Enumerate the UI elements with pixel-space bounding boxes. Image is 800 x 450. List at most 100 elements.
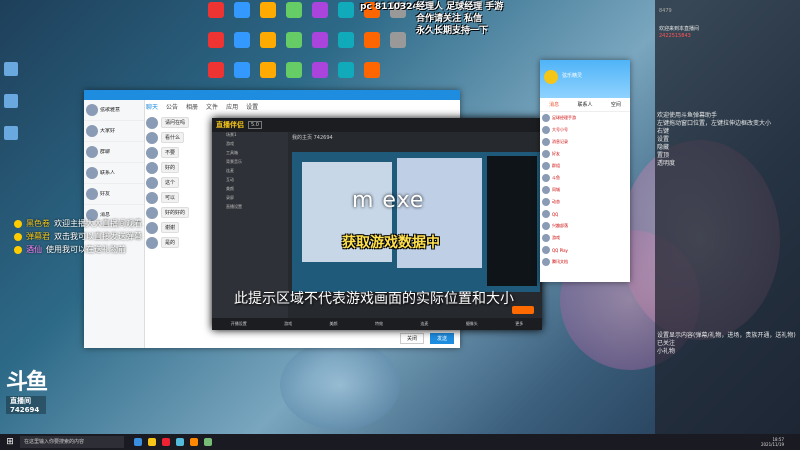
- wechat-icon[interactable]: [204, 438, 212, 446]
- desktop-app-icon[interactable]: [309, 32, 331, 58]
- qq-list-item[interactable]: 游戏: [540, 232, 630, 244]
- qq-list-item[interactable]: 动态: [540, 196, 630, 208]
- desktop-app-icon[interactable]: [205, 32, 227, 58]
- chat-tabs[interactable]: 聊天 公告 相册 文件 应用 设置: [146, 102, 258, 111]
- scene-item[interactable]: 互动: [212, 177, 288, 186]
- desktop-app-icon[interactable]: [335, 32, 357, 58]
- toolbar-item[interactable]: 摄像头: [466, 321, 478, 327]
- desktop-app-icon[interactable]: [335, 62, 357, 88]
- toolbar-item[interactable]: 连麦: [420, 321, 428, 327]
- desktop-app-icon[interactable]: [309, 62, 331, 88]
- avatar: [542, 138, 550, 146]
- tab[interactable]: 设置: [246, 102, 258, 111]
- avatar: [146, 132, 158, 144]
- toolbar-item[interactable]: 美颜: [330, 321, 338, 327]
- qq-icon[interactable]: [176, 438, 184, 446]
- avatar: [542, 222, 550, 230]
- qq-item-label: 兴趣部落: [552, 223, 568, 228]
- toolbar-item[interactable]: 更多: [515, 321, 523, 327]
- qq-list-item[interactable]: 消息记录: [540, 136, 630, 148]
- taskbar-search-input[interactable]: 在这里输入你要搜索的内容: [20, 436, 124, 448]
- avatar: [542, 258, 550, 266]
- avatar[interactable]: [544, 70, 558, 84]
- qq-list-item[interactable]: 腾讯文档: [540, 256, 630, 268]
- qq-main-list[interactable]: 足球经理手游 大号小号 消息记录好友群组 斗鱼 同城 动态 QQ 兴趣部落游戏 QQ Play 腾…: [540, 112, 630, 268]
- qq-item-label: 好友: [552, 151, 560, 156]
- this-pc-icon[interactable]: [4, 94, 18, 108]
- live-companion-icon[interactable]: [190, 438, 198, 446]
- chat-list-item[interactable]: 好友: [84, 184, 144, 205]
- desktop-app-icon[interactable]: [283, 2, 305, 28]
- desktop-app-icon[interactable]: [231, 2, 253, 28]
- toolbar-item[interactable]: 开播设置: [231, 321, 247, 327]
- qq-list-item[interactable]: 大号小号: [540, 124, 630, 136]
- desktop-app-icon[interactable]: [309, 2, 331, 28]
- qq-list-item[interactable]: QQ Play: [540, 244, 630, 256]
- chat-list-item[interactable]: 群聊: [84, 142, 144, 163]
- scene-item[interactable]: 场景1: [212, 132, 288, 141]
- danmu-assistant-panel[interactable]: 8479 欢迎来到本直播间 2422515843 欢迎使用斗鱼弹幕助手 左键拖动窗…: [655, 0, 800, 434]
- scene-item[interactable]: 连麦: [212, 168, 288, 177]
- scene-item[interactable]: 工具箱: [212, 150, 288, 159]
- message-bubble: 请问在吗: [161, 117, 190, 128]
- recycle-bin-icon[interactable]: [4, 62, 18, 76]
- desktop-app-icon[interactable]: [231, 32, 253, 58]
- tab[interactable]: 应用: [226, 102, 238, 111]
- qq-item-label: 游戏: [552, 235, 560, 240]
- start-live-button[interactable]: [512, 306, 534, 314]
- scene-item[interactable]: 美颜: [212, 186, 288, 195]
- tab[interactable]: 聊天: [146, 102, 158, 111]
- tab[interactable]: 相册: [186, 102, 198, 111]
- windows-start-icon[interactable]: ⊞: [4, 436, 16, 448]
- desktop-app-icon[interactable]: [361, 62, 383, 88]
- close-button[interactable]: 关闭: [399, 333, 424, 344]
- edge-icon[interactable]: [134, 438, 142, 446]
- qq-list-item[interactable]: 斗鱼: [540, 172, 630, 184]
- toolbar-item[interactable]: 游戏: [284, 321, 292, 327]
- qq-list-item[interactable]: 同城: [540, 184, 630, 196]
- qq-tab[interactable]: 消息: [549, 101, 559, 108]
- desktop-app-icon[interactable]: [335, 2, 357, 28]
- app-icon[interactable]: [162, 438, 170, 446]
- scene-item[interactable]: 背景音乐: [212, 159, 288, 168]
- qq-list-item[interactable]: 足球经理手游: [540, 112, 630, 124]
- chat-list-item[interactable]: 弦歌雅意: [84, 100, 144, 121]
- network-icon[interactable]: [4, 126, 18, 140]
- desktop-app-icon[interactable]: [257, 62, 279, 88]
- chat-list-item[interactable]: 联系人: [84, 163, 144, 184]
- qq-list-item[interactable]: 好友: [540, 148, 630, 160]
- qq-list-item[interactable]: 兴趣部落: [540, 220, 630, 232]
- send-button[interactable]: 发送: [429, 333, 454, 344]
- viewer-count: 8479: [659, 8, 672, 14]
- chat-list-item[interactable]: 大家好: [84, 121, 144, 142]
- avatar: [542, 150, 550, 158]
- qq-chat-titlebar[interactable]: [84, 90, 460, 100]
- tab[interactable]: 公告: [166, 102, 178, 111]
- overlay-line4: 永久长期支持一下: [416, 26, 489, 36]
- desktop-app-icon[interactable]: [231, 62, 253, 88]
- desktop-app-icon[interactable]: [257, 2, 279, 28]
- qq-tab[interactable]: 联系人: [577, 101, 592, 108]
- scene-item[interactable]: 游戏: [212, 141, 288, 150]
- qq-main-window[interactable]: 弦乐精灵 消息 联系人 空间 足球经理手游 大号小号 消息记录 好友 群组 斗鱼 同城 动态 QQ 兴…: [540, 60, 630, 282]
- qq-tab[interactable]: 空间: [611, 101, 621, 108]
- qq-list-item[interactable]: 群组: [540, 160, 630, 172]
- bottom-toolbar[interactable]: 开播设置 游戏 美颜 特效 连麦 摄像头 更多: [212, 318, 542, 330]
- desktop-app-icon[interactable]: [283, 62, 305, 88]
- desktop-app-icon[interactable]: [205, 62, 227, 88]
- taskbar-apps[interactable]: [134, 438, 212, 446]
- chat-name: 好友: [100, 191, 111, 197]
- desktop-app-icon[interactable]: [205, 2, 227, 28]
- qq-item-label: QQ Play: [552, 247, 568, 253]
- toolbar-item[interactable]: 特效: [375, 321, 383, 327]
- desktop-app-icon[interactable]: [257, 32, 279, 58]
- scene-item[interactable]: 录屏: [212, 195, 288, 204]
- qq-main-tabs[interactable]: 消息 联系人 空间: [540, 98, 630, 112]
- folder-icon[interactable]: [148, 438, 156, 446]
- qq-list-item[interactable]: QQ: [540, 208, 630, 220]
- desktop-app-icon[interactable]: [283, 32, 305, 58]
- tab[interactable]: 文件: [206, 102, 218, 111]
- scene-item[interactable]: 直播设置: [212, 204, 288, 213]
- system-tray[interactable]: 18:57 2021/11/19: [761, 437, 784, 447]
- live-companion-header[interactable]: 直播伴侣 5.0: [212, 118, 542, 132]
